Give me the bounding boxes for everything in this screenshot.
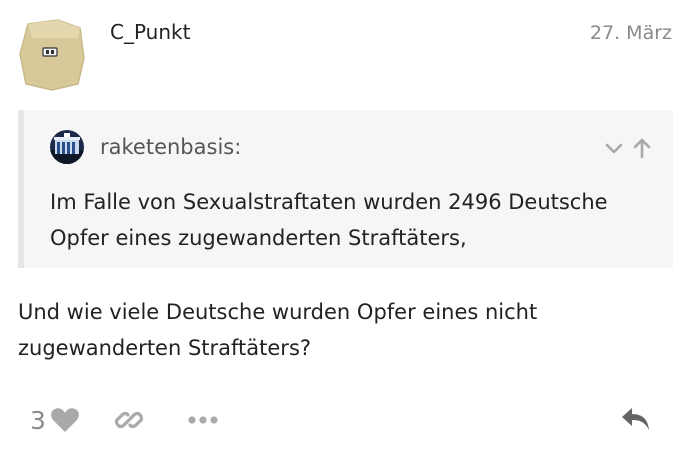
heart-icon[interactable]	[50, 406, 80, 434]
quote-text: Im Falle von Sexualstraftaten wurden 249…	[50, 190, 608, 250]
username[interactable]: C_Punkt	[110, 20, 190, 44]
arrow-up-icon[interactable]	[631, 136, 653, 160]
avatar[interactable]	[18, 18, 86, 92]
like-count[interactable]: 3	[30, 406, 46, 435]
ellipsis-icon[interactable]	[188, 415, 218, 425]
quote-avatar[interactable]	[50, 130, 84, 164]
reply-icon[interactable]	[620, 404, 652, 434]
post-date[interactable]: 27. März	[590, 22, 672, 44]
quote-block: raketenbasis: Im Falle von Sexualstrafta…	[18, 110, 673, 268]
post-body: Und wie viele Deutsche wurden Opfer eine…	[18, 300, 538, 360]
link-icon[interactable]	[114, 405, 144, 435]
quote-controls	[603, 136, 653, 160]
chevron-down-icon[interactable]	[603, 137, 625, 159]
post-actions: 3	[30, 400, 218, 440]
quote-author: raketenbasis:	[100, 135, 242, 159]
